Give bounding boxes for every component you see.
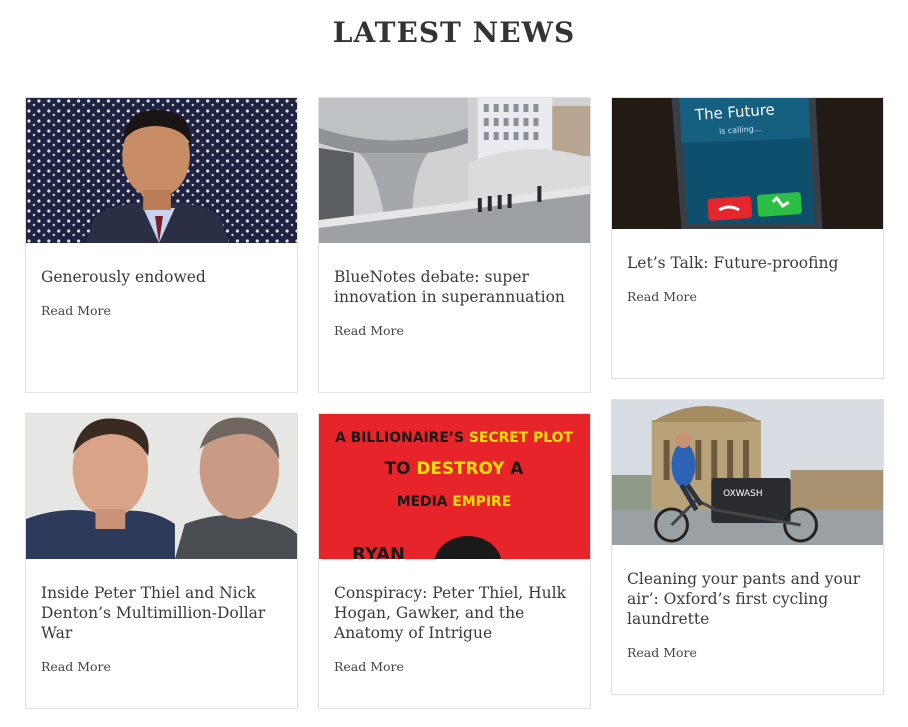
- cover-text-highlight: DESTROY: [416, 458, 505, 478]
- article-image-book-cover[interactable]: A BILLIONAIRE’S SECRET PLOT TO DESTROY A…: [319, 414, 590, 559]
- cover-author-text: RYAN: [352, 544, 405, 559]
- news-card[interactable]: OXWASH Cleaning your pants and your air’…: [611, 399, 884, 695]
- read-more-link[interactable]: Read More: [627, 645, 697, 660]
- news-card[interactable]: The Future is calling... Let’s Talk: Fut…: [611, 97, 884, 379]
- article-image-phone[interactable]: The Future is calling...: [612, 98, 883, 229]
- news-card[interactable]: Inside Peter Thiel and Nick Denton’s Mul…: [25, 413, 298, 709]
- article-title[interactable]: Cleaning your pants and your air’: Oxfor…: [627, 569, 869, 629]
- svg-text:MEDIA EMPIRE: MEDIA EMPIRE: [397, 494, 511, 510]
- svg-text:TO DESTROY A: TO DESTROY A: [385, 458, 525, 478]
- article-image-cargo-bike[interactable]: OXWASH: [612, 400, 883, 545]
- article-image-two-men[interactable]: [26, 414, 297, 559]
- read-more-link[interactable]: Read More: [41, 303, 111, 318]
- article-title[interactable]: Conspiracy: Peter Thiel, Hulk Hogan, Gaw…: [334, 583, 576, 643]
- article-title[interactable]: Generously endowed: [41, 267, 283, 287]
- news-card[interactable]: Generously endowed Read More: [25, 97, 298, 393]
- cover-text: MEDIA: [397, 494, 453, 510]
- cover-text: TO: [385, 458, 417, 478]
- cover-text-highlight: EMPIRE: [452, 494, 511, 510]
- cover-text: A BILLIONAIRE’S: [335, 430, 469, 446]
- bike-brand-text: OXWASH: [723, 489, 762, 499]
- news-card[interactable]: BlueNotes debate: super innovation in su…: [318, 97, 591, 393]
- article-title[interactable]: Let’s Talk: Future-proofing: [627, 253, 869, 273]
- article-image-portrait[interactable]: [26, 98, 297, 243]
- news-card[interactable]: A BILLIONAIRE’S SECRET PLOT TO DESTROY A…: [318, 413, 591, 709]
- read-more-link[interactable]: Read More: [334, 323, 404, 338]
- svg-text:A BILLIONAIRE’S SECRET PLOT: A BILLIONAIRE’S SECRET PLOT: [335, 430, 573, 446]
- cover-text: A: [504, 458, 524, 478]
- read-more-link[interactable]: Read More: [334, 659, 404, 674]
- article-title[interactable]: Inside Peter Thiel and Nick Denton’s Mul…: [41, 583, 283, 643]
- cover-text-highlight: SECRET PLOT: [469, 430, 573, 446]
- page-title: LATEST NEWS: [332, 16, 576, 49]
- read-more-link[interactable]: Read More: [41, 659, 111, 674]
- read-more-link[interactable]: Read More: [627, 289, 697, 304]
- article-image-architecture[interactable]: [319, 98, 590, 243]
- article-title[interactable]: BlueNotes debate: super innovation in su…: [334, 267, 576, 307]
